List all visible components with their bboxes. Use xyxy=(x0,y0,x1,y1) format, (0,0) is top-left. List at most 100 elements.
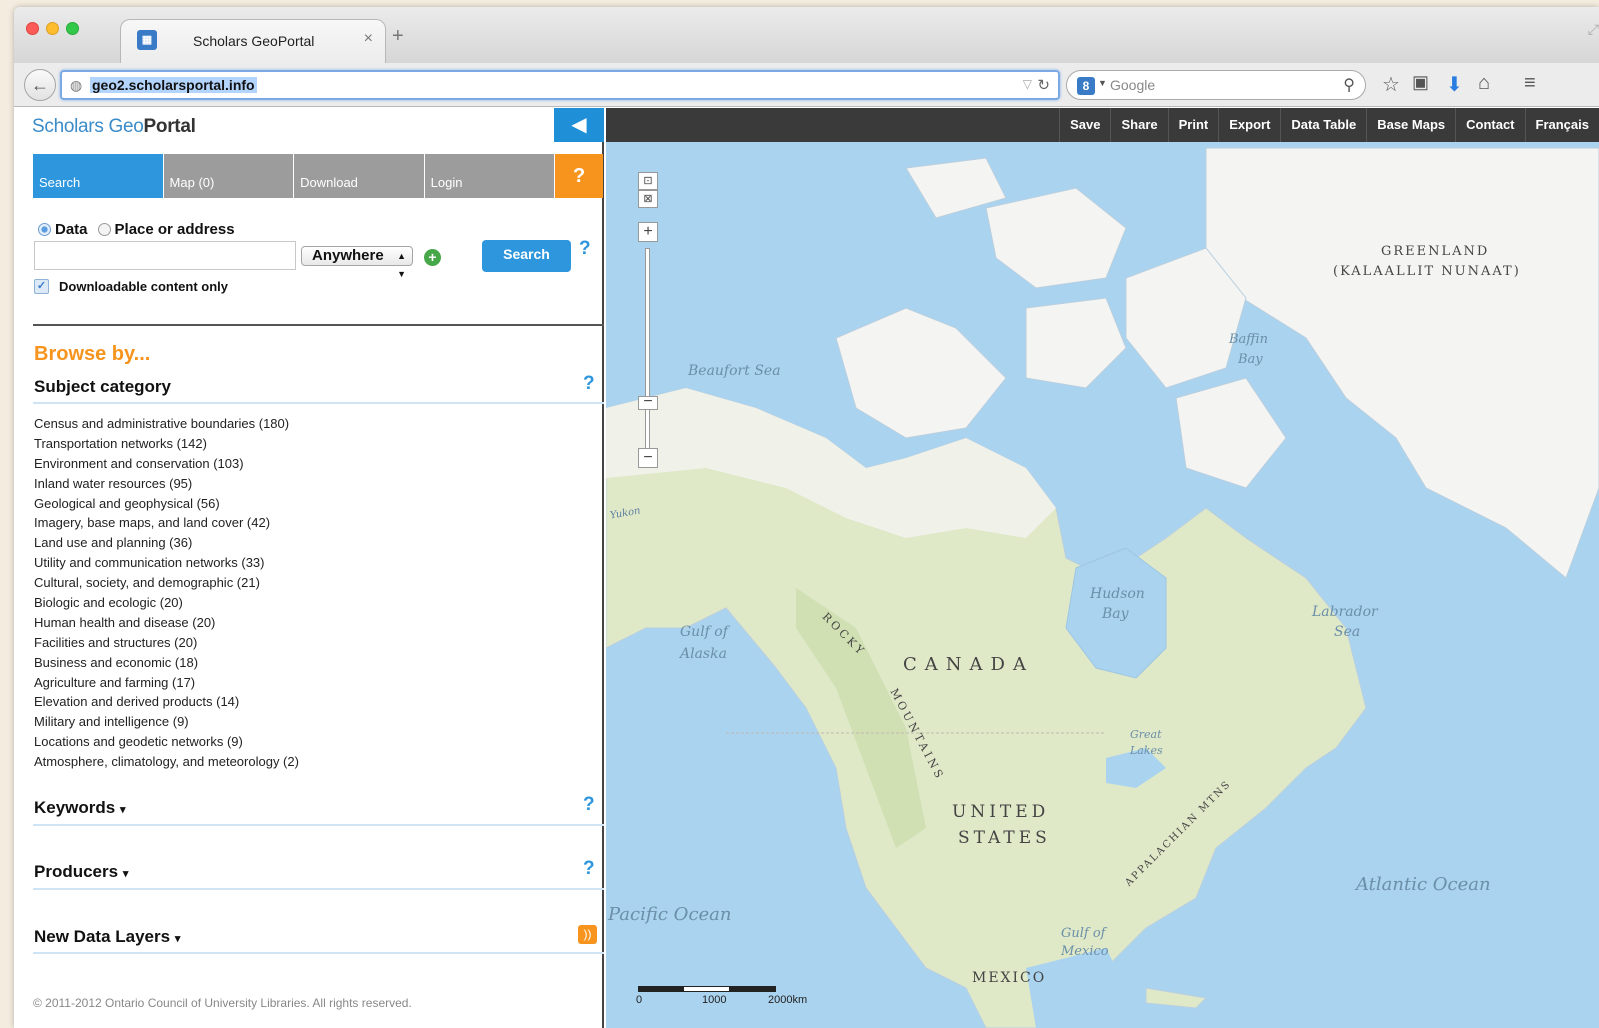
help-button[interactable]: ? xyxy=(555,154,604,198)
browser-window: ▦ Scholars GeoPortal × + ⤢ ← ◍ geo2.scho… xyxy=(14,7,1599,1028)
map-label-alaska: Alaska xyxy=(680,646,727,662)
category-item[interactable]: Cultural, society, and demographic (21) xyxy=(34,573,594,593)
window-maximize-button[interactable] xyxy=(66,22,79,35)
map-label-mexico-gulf: Mexico xyxy=(1061,944,1109,959)
download-icon[interactable]: ⬇ xyxy=(1446,72,1463,97)
category-item[interactable]: Human health and disease (20) xyxy=(34,613,594,633)
category-item[interactable]: Environment and conservation (103) xyxy=(34,454,594,474)
downloadable-option: ✓ Downloadable content only xyxy=(34,279,228,294)
category-item[interactable]: Geological and geophysical (56) xyxy=(34,494,594,514)
zoom-slider-handle[interactable]: − xyxy=(638,394,658,410)
chevron-down-icon[interactable]: ▼ xyxy=(1098,78,1107,88)
clipboard-icon[interactable]: ▣ xyxy=(1412,72,1429,93)
radio-data[interactable] xyxy=(38,223,51,236)
search-help-icon[interactable]: ? xyxy=(579,238,591,260)
subject-category-heading[interactable]: Subject category xyxy=(34,377,171,397)
map-label-greenland-alt: (KALAALLIT NUNAAT) xyxy=(1333,264,1521,279)
keywords-help-icon[interactable]: ? xyxy=(583,794,595,816)
share-button[interactable]: Share xyxy=(1110,108,1167,142)
section-divider xyxy=(33,888,604,890)
contact-button[interactable]: Contact xyxy=(1455,108,1524,142)
web-search-bar[interactable]: 8 ▼ Google ⚲ xyxy=(1066,70,1366,100)
tab-download[interactable]: Download xyxy=(294,154,424,198)
category-item[interactable]: Facilities and structures (20) xyxy=(34,633,594,653)
radio-data-label[interactable]: Data xyxy=(55,221,88,238)
downloadable-checkbox[interactable]: ✓ xyxy=(34,279,49,294)
language-button[interactable]: Français xyxy=(1524,108,1599,142)
category-item[interactable]: Imagery, base maps, and land cover (42) xyxy=(34,513,594,533)
fullscreen-icon[interactable]: ⤢ xyxy=(1588,21,1599,38)
new-data-layers-heading[interactable]: New Data Layers ▾ xyxy=(34,927,180,947)
rss-icon[interactable]: )) xyxy=(578,925,597,944)
dropdown-arrow-icon[interactable]: ▽ xyxy=(1023,77,1032,91)
browse-title: Browse by... xyxy=(34,343,151,365)
category-item[interactable]: Military and intelligence (9) xyxy=(34,712,594,732)
category-item[interactable]: Business and economic (18) xyxy=(34,653,594,673)
collapse-sidebar-button[interactable]: ◀ xyxy=(554,108,604,142)
site-logo[interactable]: Scholars GeoPortal xyxy=(32,116,196,138)
radio-place[interactable] xyxy=(97,223,111,236)
data-table-button[interactable]: Data Table xyxy=(1280,108,1366,142)
globe-icon: ◍ xyxy=(70,77,83,93)
map-label-baffin-bay: Bay xyxy=(1238,352,1263,367)
category-item[interactable]: Elevation and derived products (14) xyxy=(34,692,594,712)
category-item[interactable]: Agriculture and farming (17) xyxy=(34,673,594,693)
category-item[interactable]: Biologic and ecologic (20) xyxy=(34,593,594,613)
category-item[interactable]: Utility and communication networks (33) xyxy=(34,553,594,573)
category-item[interactable]: Land use and planning (36) xyxy=(34,533,594,553)
map-label-great: Great xyxy=(1130,728,1162,741)
export-button[interactable]: Export xyxy=(1218,108,1280,142)
zoom-in-button[interactable]: + xyxy=(638,222,658,242)
producers-help-icon[interactable]: ? xyxy=(583,858,595,880)
reload-icon[interactable]: ↻ xyxy=(1037,76,1050,94)
google-icon[interactable]: 8 xyxy=(1077,77,1095,95)
map-label-canada: CANADA xyxy=(903,654,1034,675)
chevron-updown-icon: ▲ ▼ xyxy=(397,251,406,279)
add-criteria-icon[interactable]: + xyxy=(424,249,441,266)
window-close-button[interactable] xyxy=(26,22,39,35)
logo-text: Scholars Geo xyxy=(32,116,144,137)
tab-login[interactable]: Login xyxy=(424,154,555,198)
back-button[interactable]: ← xyxy=(24,69,56,101)
search-button[interactable]: Search xyxy=(482,240,571,272)
browser-tab[interactable]: ▦ Scholars GeoPortal × xyxy=(120,19,386,65)
url-text[interactable]: geo2.scholarsportal.info xyxy=(90,77,257,93)
tab-close-icon[interactable]: × xyxy=(364,30,373,48)
map-viewer[interactable]: Save Share Print Export Data Table Base … xyxy=(606,108,1599,1028)
section-divider xyxy=(33,402,604,404)
search-input[interactable] xyxy=(34,241,296,270)
category-item[interactable]: Transportation networks (142) xyxy=(34,434,594,454)
zoom-out-button[interactable]: − xyxy=(638,448,658,468)
logo-bold-text: Portal xyxy=(143,116,196,137)
bookmark-star-icon[interactable]: ☆ xyxy=(1382,72,1400,97)
chevron-down-icon: ▾ xyxy=(119,804,126,816)
category-item[interactable]: Atmosphere, climatology, and meteorology… xyxy=(34,752,594,772)
zoom-slider[interactable] xyxy=(645,248,650,468)
producers-label: Producers xyxy=(34,862,119,881)
category-item[interactable]: Locations and geodetic networks (9) xyxy=(34,732,594,752)
radio-place-label[interactable]: Place or address xyxy=(115,221,235,238)
tab-search[interactable]: Search xyxy=(33,154,163,198)
menu-icon[interactable]: ≡ xyxy=(1524,72,1536,95)
downloadable-label[interactable]: Downloadable content only xyxy=(59,279,228,294)
producers-heading[interactable]: Producers ▾ xyxy=(34,862,128,882)
magnifier-icon[interactable]: ⚲ xyxy=(1343,75,1355,95)
new-tab-button[interactable]: + xyxy=(392,25,404,48)
zoom-box-icon[interactable]: ⊠ xyxy=(638,190,658,208)
keywords-heading[interactable]: Keywords ▾ xyxy=(34,798,126,818)
map-toolbar: Save Share Print Export Data Table Base … xyxy=(606,108,1599,142)
save-button[interactable]: Save xyxy=(1059,108,1110,142)
window-minimize-button[interactable] xyxy=(46,22,59,35)
new-data-layers-label: New Data Layers xyxy=(34,927,171,946)
subject-help-icon[interactable]: ? xyxy=(583,373,595,395)
category-item[interactable]: Inland water resources (95) xyxy=(34,474,594,494)
url-bar[interactable]: ◍ geo2.scholarsportal.info ▽ ↻ xyxy=(60,70,1060,100)
print-button[interactable]: Print xyxy=(1167,108,1219,142)
home-icon[interactable]: ⌂ xyxy=(1478,72,1490,95)
tab-map[interactable]: Map (0) xyxy=(163,154,294,198)
map-label-hudson-bay: Bay xyxy=(1102,606,1129,622)
category-item[interactable]: Census and administrative boundaries (18… xyxy=(34,414,594,434)
base-maps-button[interactable]: Base Maps xyxy=(1366,108,1455,142)
zoom-extent-icon[interactable]: ⊡ xyxy=(638,172,658,190)
scope-select[interactable]: Anywhere ▲ ▼ xyxy=(301,246,413,279)
